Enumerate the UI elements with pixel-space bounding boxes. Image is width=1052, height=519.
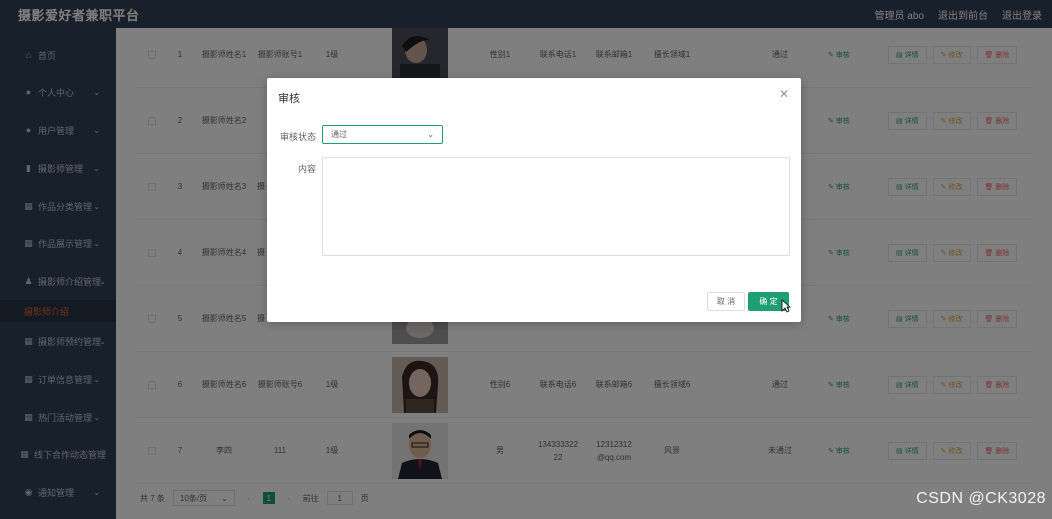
watermark: CSDN @CK3028 xyxy=(916,490,1046,507)
mouse-cursor-icon xyxy=(781,299,791,313)
chevron-down-icon: ⌄ xyxy=(427,130,434,139)
audit-status-select[interactable]: 通过 ⌄ xyxy=(322,125,443,144)
cancel-button[interactable]: 取 消 xyxy=(707,292,745,311)
audit-status-value: 通过 xyxy=(331,130,347,139)
content-label: 内容 xyxy=(297,164,316,174)
close-icon[interactable]: ✕ xyxy=(779,87,789,101)
audit-dialog: 审核 ✕ 审核状态 通过 ⌄ 内容 取 消 确 定 xyxy=(267,78,801,322)
audit-status-label: 审核状态 xyxy=(279,132,316,142)
content-textarea[interactable] xyxy=(322,157,790,256)
dialog-title: 审核 xyxy=(278,93,300,105)
